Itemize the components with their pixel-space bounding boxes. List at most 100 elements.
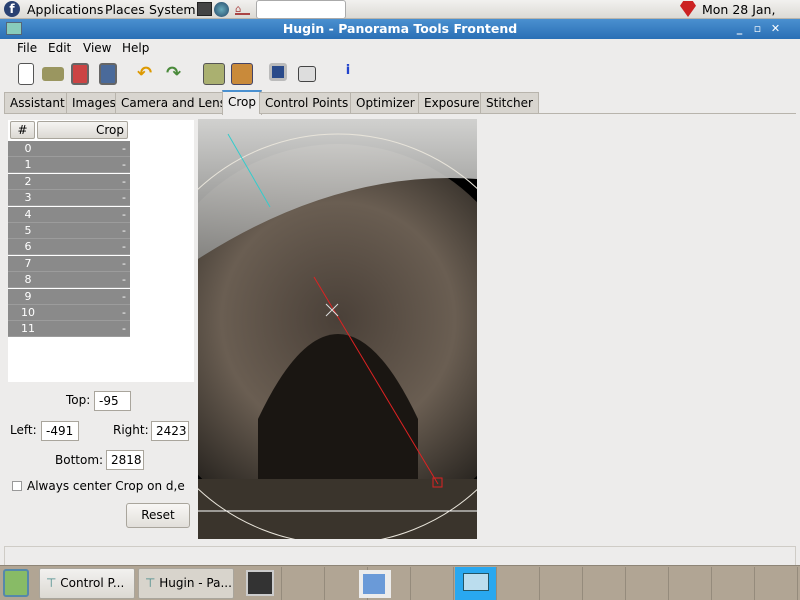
fast-preview-icon[interactable] bbox=[298, 66, 316, 82]
menu-places[interactable]: Places bbox=[105, 2, 145, 17]
workspace-11[interactable] bbox=[670, 567, 712, 600]
update-notifier-icon[interactable] bbox=[680, 1, 696, 17]
row-crop: - bbox=[122, 240, 126, 254]
task-hugin[interactable]: ⊤ Hugin - Pa... bbox=[138, 568, 234, 599]
undo-icon[interactable]: ↶ bbox=[137, 63, 159, 85]
table-row[interactable]: 10 - bbox=[8, 305, 130, 321]
workspace-6[interactable] bbox=[455, 567, 497, 600]
menu-view[interactable]: View bbox=[83, 41, 111, 55]
menu-system[interactable]: System bbox=[149, 2, 196, 17]
menu-file[interactable]: File bbox=[17, 41, 37, 55]
row-crop: - bbox=[122, 289, 126, 303]
image-crop-list[interactable]: # Crop 0-1-2-3-4-5-6-7-8-9-10-11- bbox=[8, 120, 194, 382]
table-row[interactable]: 11 - bbox=[8, 321, 130, 338]
save-as-icon[interactable] bbox=[99, 63, 117, 85]
minimize-button[interactable]: _ bbox=[732, 22, 747, 36]
menu-help[interactable]: Help bbox=[122, 41, 149, 55]
row-number: 7 bbox=[24, 256, 32, 270]
tab-images[interactable]: Images bbox=[66, 92, 122, 114]
workspace-1[interactable] bbox=[240, 567, 282, 600]
workspace-9[interactable] bbox=[584, 567, 626, 600]
show-desktop-icon[interactable] bbox=[3, 569, 29, 597]
row-number: 4 bbox=[24, 207, 32, 221]
window-titlebar[interactable]: Hugin - Panorama Tools Frontend _ ▫ ✕ bbox=[0, 19, 800, 39]
table-row[interactable]: 6- bbox=[8, 239, 130, 256]
close-button[interactable]: ✕ bbox=[768, 22, 783, 36]
menu-applications[interactable]: Applications bbox=[27, 2, 103, 17]
save-icon[interactable] bbox=[71, 63, 89, 85]
table-row[interactable]: 7- bbox=[8, 255, 130, 272]
table-row[interactable]: 1- bbox=[8, 157, 130, 174]
new-icon[interactable] bbox=[18, 63, 34, 85]
row-number: 11 bbox=[21, 322, 35, 336]
row-crop: - bbox=[122, 158, 126, 172]
workspace-5[interactable] bbox=[412, 567, 454, 600]
table-row[interactable]: 8- bbox=[8, 272, 130, 289]
row-crop: - bbox=[122, 142, 126, 155]
redo-icon[interactable]: ↷ bbox=[166, 63, 188, 85]
row-number: 1 bbox=[24, 158, 32, 172]
about-icon[interactable]: i bbox=[337, 63, 359, 85]
hugin-window-icon bbox=[463, 573, 489, 591]
bottom-input[interactable]: 2818 bbox=[106, 450, 144, 470]
top-input[interactable]: -95 bbox=[94, 391, 131, 411]
row-crop: - bbox=[122, 256, 126, 270]
always-center-checkbox[interactable] bbox=[12, 481, 22, 491]
tab-exposure[interactable]: Exposure bbox=[418, 92, 486, 114]
table-row[interactable]: 3- bbox=[8, 190, 130, 207]
maximize-button[interactable]: ▫ bbox=[750, 22, 765, 36]
column-header-crop[interactable]: Crop bbox=[37, 121, 128, 139]
left-label: Left: bbox=[10, 423, 37, 437]
workspace-2[interactable] bbox=[283, 567, 325, 600]
table-row[interactable]: 5- bbox=[8, 223, 130, 239]
preview-icon[interactable] bbox=[269, 63, 287, 81]
table-row[interactable]: 4- bbox=[8, 206, 130, 223]
always-center-label[interactable]: Always center Crop on d,e bbox=[27, 479, 185, 493]
tab-stitcher[interactable]: Stitcher bbox=[480, 92, 539, 114]
workspace-8[interactable] bbox=[541, 567, 583, 600]
right-input[interactable]: 2423 bbox=[151, 421, 189, 441]
row-number: 8 bbox=[24, 273, 32, 287]
terminal-launcher-icon[interactable] bbox=[197, 2, 212, 16]
workspace-7[interactable] bbox=[498, 567, 540, 600]
help-book-icon[interactable]: ⌂ bbox=[235, 4, 250, 15]
row-number: 0 bbox=[24, 142, 32, 155]
fisheye-photo bbox=[198, 119, 477, 539]
row-number: 3 bbox=[24, 191, 32, 205]
menu-edit[interactable]: Edit bbox=[48, 41, 71, 55]
workspace-4[interactable] bbox=[359, 567, 411, 600]
tab-optimizer[interactable]: Optimizer bbox=[350, 92, 421, 114]
row-crop: - bbox=[122, 191, 126, 205]
workspace-10[interactable] bbox=[627, 567, 669, 600]
top-panel: f Applications Places System ⌂ Mon 28 Ja… bbox=[0, 0, 800, 32]
crop-preview-image[interactable] bbox=[198, 119, 477, 539]
table-row[interactable]: 2- bbox=[8, 173, 130, 190]
hugin-app-icon[interactable] bbox=[6, 22, 22, 35]
search-input[interactable] bbox=[256, 0, 346, 19]
column-header-number[interactable]: # bbox=[10, 121, 35, 139]
row-number: 2 bbox=[24, 174, 32, 188]
row-crop: - bbox=[122, 207, 126, 221]
left-input[interactable]: -491 bbox=[41, 421, 79, 441]
row-crop: - bbox=[122, 322, 126, 336]
open-icon[interactable] bbox=[42, 67, 64, 81]
reset-button[interactable]: Reset bbox=[126, 503, 190, 528]
right-label: Right: bbox=[113, 423, 149, 437]
table-row[interactable]: 0- bbox=[8, 141, 130, 157]
tab-crop[interactable]: Crop bbox=[222, 90, 263, 115]
terminal-window-icon bbox=[246, 570, 274, 596]
row-crop: - bbox=[122, 174, 126, 188]
row-number: 9 bbox=[24, 289, 32, 303]
tab-camera-and-lens[interactable]: Camera and Lens bbox=[115, 92, 233, 114]
workspace-12[interactable] bbox=[713, 567, 755, 600]
tab-control-points[interactable]: Control Points bbox=[259, 92, 355, 114]
web-browser-launcher-icon[interactable] bbox=[214, 2, 229, 17]
workspace-13[interactable] bbox=[756, 567, 798, 600]
add-images-series-icon[interactable] bbox=[231, 63, 253, 85]
fedora-logo-icon[interactable]: f bbox=[4, 1, 20, 17]
add-image-icon[interactable] bbox=[203, 63, 225, 85]
task-control-points[interactable]: ⊤ Control P... bbox=[39, 568, 135, 599]
table-row[interactable]: 9- bbox=[8, 288, 130, 305]
row-crop: - bbox=[122, 273, 126, 287]
tab-assistant[interactable]: Assistant bbox=[4, 92, 71, 114]
